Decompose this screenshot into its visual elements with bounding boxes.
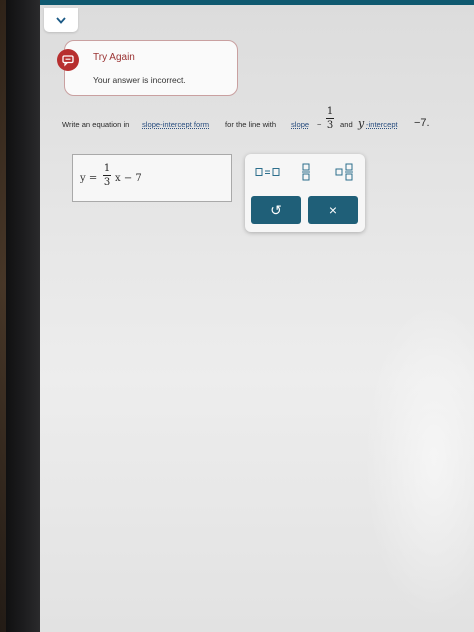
clear-button[interactable]: × [308,196,358,224]
feedback-message: Your answer is incorrect. [93,75,186,85]
answer-rhs: x − 7 [115,173,142,184]
mixed-number-template-button[interactable] [333,162,357,182]
answer-fraction: 1 3 [103,163,111,188]
slope-fraction: 1 3 [326,106,334,131]
slope-numerator: 1 [326,106,334,117]
answer-lhs: y = [80,173,98,184]
intercept-value: −7. [414,117,430,129]
slope-sign: − [317,120,322,129]
screen: Try Again Your answer is incorrect. Writ… [40,0,474,632]
y-letter: y [358,117,365,130]
screen-glare [364,300,474,620]
question-and: and [340,120,353,129]
feedback-card: Try Again Your answer is incorrect. [57,40,238,96]
bezel-edge [0,0,6,632]
clear-icon: × [328,202,338,218]
slope-intercept-form-link[interactable]: slope-intercept form [142,120,209,129]
fraction-bar [326,118,334,119]
undo-button[interactable]: ↺ [251,196,301,224]
slope-denominator: 3 [326,120,334,131]
fraction-template-icon [302,163,310,181]
undo-icon: ↺ [270,201,282,218]
equation-template-icon [255,168,280,176]
answer-input[interactable]: y = 1 3 x − 7 [72,154,232,202]
question-prefix: Write an equation in [62,120,130,129]
math-keypad: ↺ × [245,154,365,232]
top-accent-bar [40,0,474,5]
y-intercept-link[interactable]: -intercept [366,120,398,129]
answer-numerator: 1 [103,163,111,174]
fraction-bar [103,175,111,176]
question-text: Write an equation in slope-intercept for… [62,106,462,136]
mixed-number-template-icon [335,163,353,181]
equals-template-button[interactable] [253,162,283,182]
laptop-bezel [0,0,40,632]
chevron-down-icon [56,16,66,24]
answer-denominator: 3 [103,177,111,188]
question-middle: for the line with [225,120,277,129]
feedback-icon [57,49,79,71]
fraction-template-button[interactable] [297,162,315,182]
feedback-title: Try Again [93,52,135,63]
collapse-button[interactable] [44,8,78,32]
slope-link[interactable]: slope [291,120,309,129]
